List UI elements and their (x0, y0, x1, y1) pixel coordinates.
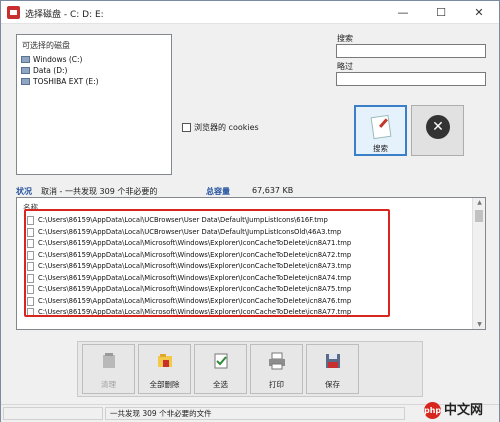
status-bar-text: 一共发现 309 个非必要的文件 (105, 407, 405, 420)
delete-all-icon (158, 354, 172, 367)
clean-button[interactable]: 清理 (82, 344, 135, 394)
skip-label: 略过 (337, 62, 353, 71)
printer-icon (269, 352, 285, 370)
save-button-label: 保存 (325, 380, 340, 389)
print-button[interactable]: 打印 (250, 344, 303, 394)
total-size-label: 总容量 (206, 187, 230, 196)
window-title: 选择磁盘 - C: D: E: (25, 10, 104, 20)
results-list[interactable]: 名称 C:\Users\86159\AppData\Local\UCBrowse… (16, 197, 486, 330)
delete-all-button[interactable]: 全部删除 (138, 344, 191, 394)
watermark-site: 中文网 (444, 403, 484, 418)
highlight-box (24, 209, 390, 317)
stop-button[interactable]: ✕ (411, 105, 464, 156)
scrollbar-thumb[interactable] (475, 210, 483, 222)
clean-button-label: 清理 (101, 380, 116, 389)
save-icon (326, 354, 340, 368)
select-all-button[interactable]: 全选 (194, 344, 247, 394)
scroll-down-icon[interactable]: ▼ (473, 321, 486, 328)
title-bar: 选择磁盘 - C: D: E: — ☐ ✕ (1, 1, 499, 24)
drive-icon (21, 56, 30, 63)
search-button-label: 搜索 (373, 144, 388, 153)
drive-label: TOSHIBA EXT (E:) (33, 77, 99, 86)
delete-all-button-label: 全部删除 (149, 380, 180, 389)
status-cell-empty (3, 407, 103, 420)
print-button-label: 打印 (269, 380, 284, 389)
minimize-button[interactable]: — (384, 1, 422, 24)
app-window: 选择磁盘 - C: D: E: — ☐ ✕ 可选择的磁盘 Windows (C:… (0, 0, 500, 422)
skip-input[interactable] (336, 72, 486, 86)
select-all-icon (214, 353, 228, 369)
drive-list-header: 可选择的磁盘 (22, 41, 70, 50)
stop-icon: ✕ (426, 115, 450, 139)
close-window-button[interactable]: ✕ (460, 1, 498, 24)
app-icon (7, 6, 20, 19)
maximize-button[interactable]: ☐ (422, 1, 460, 24)
drive-list[interactable]: 可选择的磁盘 Windows (C:) Data (D:) TOSHIBA EX… (16, 34, 172, 175)
drive-label: Windows (C:) (33, 55, 83, 64)
search-label: 搜索 (337, 34, 353, 43)
action-toolbar: 清理 全部删除 全选 打印 保存 (77, 341, 423, 397)
drive-icon (21, 78, 30, 85)
drive-label: Data (D:) (33, 66, 68, 75)
save-button[interactable]: 保存 (306, 344, 359, 394)
select-all-button-label: 全选 (213, 380, 228, 389)
drive-item[interactable]: Windows (C:) (21, 54, 82, 65)
drive-icon (21, 67, 30, 74)
drive-item[interactable]: TOSHIBA EXT (E:) (21, 76, 99, 87)
search-input[interactable] (336, 44, 486, 58)
drive-item[interactable]: Data (D:) (21, 65, 67, 76)
search-button[interactable]: 搜索 (354, 105, 407, 156)
cookies-checkbox-label: 浏览器的 cookies (194, 123, 259, 132)
watermark-logo: php (424, 402, 441, 419)
scroll-up-icon[interactable]: ▲ (473, 199, 486, 206)
status-label: 状况 (16, 187, 32, 196)
clean-icon (103, 353, 115, 368)
status-text: 取消 - 一共发现 309 个非必要的 (41, 187, 158, 196)
search-icon (370, 114, 392, 140)
cookies-checkbox[interactable] (182, 123, 191, 132)
total-size-value: 67,637 KB (252, 186, 294, 195)
results-scrollbar[interactable]: ▲ ▼ (472, 198, 485, 329)
watermark: php 中文网 (424, 399, 498, 421)
